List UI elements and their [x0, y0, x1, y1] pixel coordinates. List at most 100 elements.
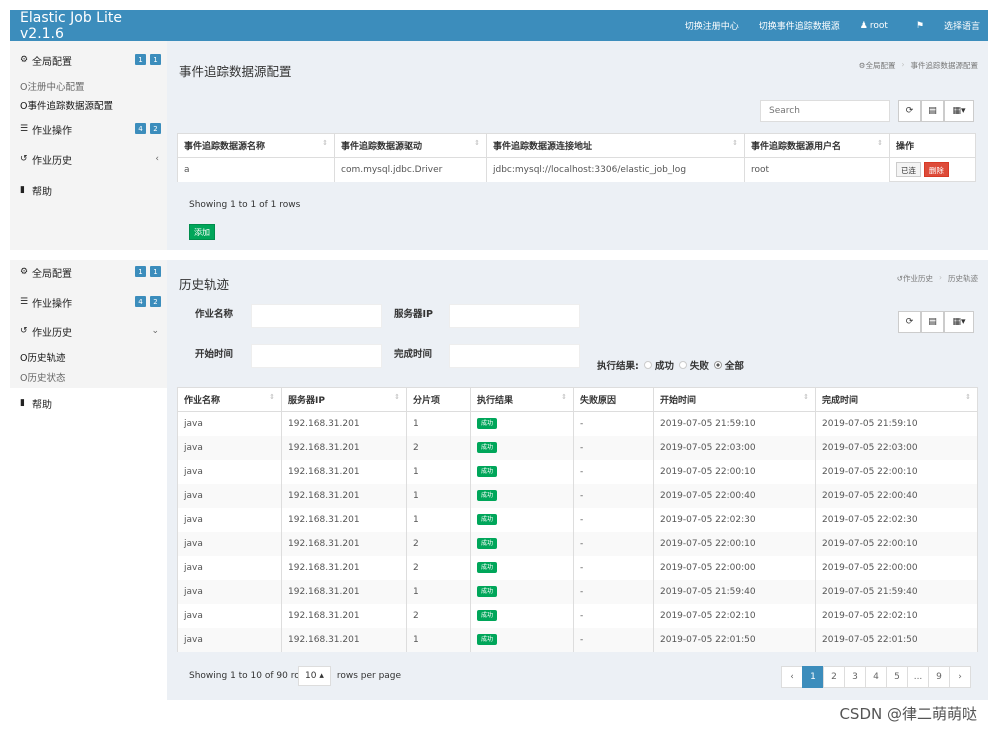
- column-header[interactable]: 完成时间 ⇕: [815, 387, 978, 412]
- flag-icon[interactable]: ⚑: [916, 21, 924, 31]
- column-header[interactable]: 分片项: [406, 387, 471, 412]
- columns-button[interactable]: ▦▾: [944, 100, 974, 122]
- cell: java: [177, 435, 282, 460]
- table-row: java 192.168.31.201 2 成功 -2019-07-05 22:00:0…: [177, 555, 978, 580]
- column-header[interactable]: 事件追踪数据源驱动 ⇕: [334, 133, 487, 158]
- sidebar-item-job-ops[interactable]: ☰ 作业操作 4 2: [20, 293, 161, 311]
- switch-registry-link[interactable]: 切换注册中心: [685, 19, 739, 32]
- sidebar-item-help[interactable]: ▮ 帮助: [20, 181, 161, 199]
- sidebar-item-global-config[interactable]: ⚙ 全局配置 1 1: [20, 263, 161, 281]
- column-header[interactable]: 作业名称 ⇕: [177, 387, 282, 412]
- cell: 2019-07-05 22:00:40: [653, 483, 816, 508]
- sidebar-sub-registry[interactable]: O注册中心配置: [20, 79, 84, 93]
- radio-failure[interactable]: [678, 361, 687, 369]
- column-header: 操作: [889, 133, 976, 158]
- sidebar: ⚙ 全局配置 1 1 ☰ 作业操作 4 2 ↺ 作业历史 ⌄ O历史轨迹 O历史…: [10, 260, 167, 388]
- sidebar: ⚙ 全局配置 1 1 O注册中心配置 O事件追踪数据源配置 ☰ 作业操作 4 2…: [10, 41, 167, 250]
- switch-datasource-link[interactable]: 切换事件追踪数据源: [759, 19, 840, 32]
- columns-button[interactable]: ▦▾: [944, 311, 974, 333]
- cell: -: [573, 555, 654, 580]
- cell: 2019-07-05 22:00:10: [653, 459, 816, 484]
- end-time-input[interactable]: [449, 344, 580, 368]
- cell: java: [177, 555, 282, 580]
- chevron-left-icon: ‹: [155, 154, 159, 164]
- count-badge: 4: [135, 296, 146, 307]
- user-menu[interactable]: ♟ root: [860, 21, 896, 31]
- gears-icon: ⚙: [858, 61, 866, 70]
- cell: 成功: [470, 507, 574, 532]
- sidebar-item-job-history[interactable]: ↺ 作业历史 ⌄: [20, 322, 161, 340]
- job-name-input[interactable]: [251, 304, 382, 328]
- refresh-button[interactable]: ⟳: [898, 311, 921, 333]
- cell: -: [573, 507, 654, 532]
- page-button[interactable]: 5: [886, 666, 908, 688]
- status-badge: 成功: [477, 610, 498, 621]
- sidebar-sub-datasource[interactable]: O事件追踪数据源配置: [20, 98, 113, 112]
- sidebar-sub-status[interactable]: O历史状态: [20, 370, 65, 384]
- sidebar-item-global-config[interactable]: ⚙ 全局配置 1 1: [20, 51, 161, 69]
- table-row: java 192.168.31.201 1 成功 -2019-07-05 21:59:1…: [177, 411, 978, 436]
- pagination-info: Showing 1 to 1 of 1 rows: [189, 200, 301, 210]
- column-header[interactable]: 服务器IP ⇕: [281, 387, 407, 412]
- page-button[interactable]: 4: [865, 666, 887, 688]
- card-view-icon: ▤: [928, 106, 937, 116]
- radio-all[interactable]: [713, 361, 722, 369]
- language-link[interactable]: 选择语言: [944, 19, 980, 32]
- count-badge: 4: [135, 123, 146, 134]
- column-header[interactable]: 执行结果 ⇕: [470, 387, 574, 412]
- start-time-input[interactable]: [251, 344, 382, 368]
- main-content: 历史轨迹 ↺作业历史 › 历史轨迹 作业名称 服务器IP 开始时间 完成时间 执…: [167, 260, 988, 700]
- app-brand[interactable]: Elastic Job Lite v2.1.6: [10, 10, 170, 42]
- status-badge: 成功: [477, 418, 498, 430]
- column-header[interactable]: 失败原因: [573, 387, 654, 412]
- page-button[interactable]: 9: [928, 666, 950, 688]
- columns-icon: ▦▾: [952, 106, 966, 116]
- cell: 1: [406, 579, 471, 604]
- add-button[interactable]: 添加: [189, 224, 215, 240]
- cell: 2: [406, 555, 471, 580]
- breadcrumb-item[interactable]: ↺作业历史: [897, 273, 933, 284]
- toggle-view-button[interactable]: ▤: [921, 100, 944, 122]
- prev-page-button[interactable]: ‹: [781, 666, 803, 688]
- cell: java: [177, 531, 282, 556]
- page-button[interactable]: 1: [802, 666, 824, 688]
- sidebar-sub-trace[interactable]: O历史轨迹: [20, 350, 65, 364]
- connected-button[interactable]: 已连: [896, 162, 921, 177]
- list-icon: ☰: [20, 124, 29, 134]
- search-input[interactable]: [760, 100, 890, 122]
- sidebar-item-job-ops[interactable]: ☰ 作业操作 4 2: [20, 120, 161, 138]
- cell: 2: [406, 603, 471, 628]
- breadcrumb: ↺作业历史 › 历史轨迹: [896, 273, 978, 284]
- server-ip-input[interactable]: [449, 304, 580, 328]
- cell: 成功: [470, 579, 574, 604]
- sidebar-item-job-history[interactable]: ↺ 作业历史 ‹: [20, 150, 161, 168]
- cell: java: [177, 483, 282, 508]
- column-header[interactable]: 事件追踪数据源用户名 ⇕: [744, 133, 890, 158]
- column-header[interactable]: 事件追踪数据源名称 ⇕: [177, 133, 335, 158]
- cell: 2019-07-05 22:00:40: [815, 483, 978, 508]
- page-button[interactable]: 2: [823, 666, 845, 688]
- next-page-button[interactable]: ›: [949, 666, 971, 688]
- cell: 2019-07-05 22:01:50: [815, 627, 978, 652]
- datasource-table: 事件追踪数据源名称 ⇕ 事件追踪数据源驱动 ⇕ 事件追踪数据源连接地址 ⇕ 事件追踪数…: [177, 133, 976, 182]
- radio-success[interactable]: [643, 361, 652, 369]
- column-header[interactable]: 事件追踪数据源连接地址 ⇕: [486, 133, 745, 158]
- breadcrumb-item[interactable]: ⚙全局配置: [859, 60, 896, 71]
- cell: 192.168.31.201: [281, 411, 407, 436]
- toggle-view-button[interactable]: ▤: [921, 311, 944, 333]
- cell: 192.168.31.201: [281, 579, 407, 604]
- cell: -: [573, 435, 654, 460]
- refresh-button[interactable]: ⟳: [898, 100, 921, 122]
- column-header[interactable]: 开始时间 ⇕: [653, 387, 816, 412]
- page-size: 10 ▴ rows per page: [298, 666, 401, 686]
- cell: 2019-07-05 22:02:10: [815, 603, 978, 628]
- status-badge: 成功: [477, 562, 498, 573]
- delete-button[interactable]: 删除: [923, 162, 949, 177]
- table-header-row: 事件追踪数据源名称 ⇕ 事件追踪数据源驱动 ⇕ 事件追踪数据源连接地址 ⇕ 事件追踪数…: [177, 133, 976, 158]
- page-size-select[interactable]: 10 ▴: [298, 666, 331, 686]
- cell: 192.168.31.201: [281, 507, 407, 532]
- cell: a: [177, 157, 335, 182]
- sidebar-item-help[interactable]: ▮ 帮助: [20, 394, 160, 412]
- cell: 成功: [470, 483, 574, 508]
- page-button[interactable]: 3: [844, 666, 866, 688]
